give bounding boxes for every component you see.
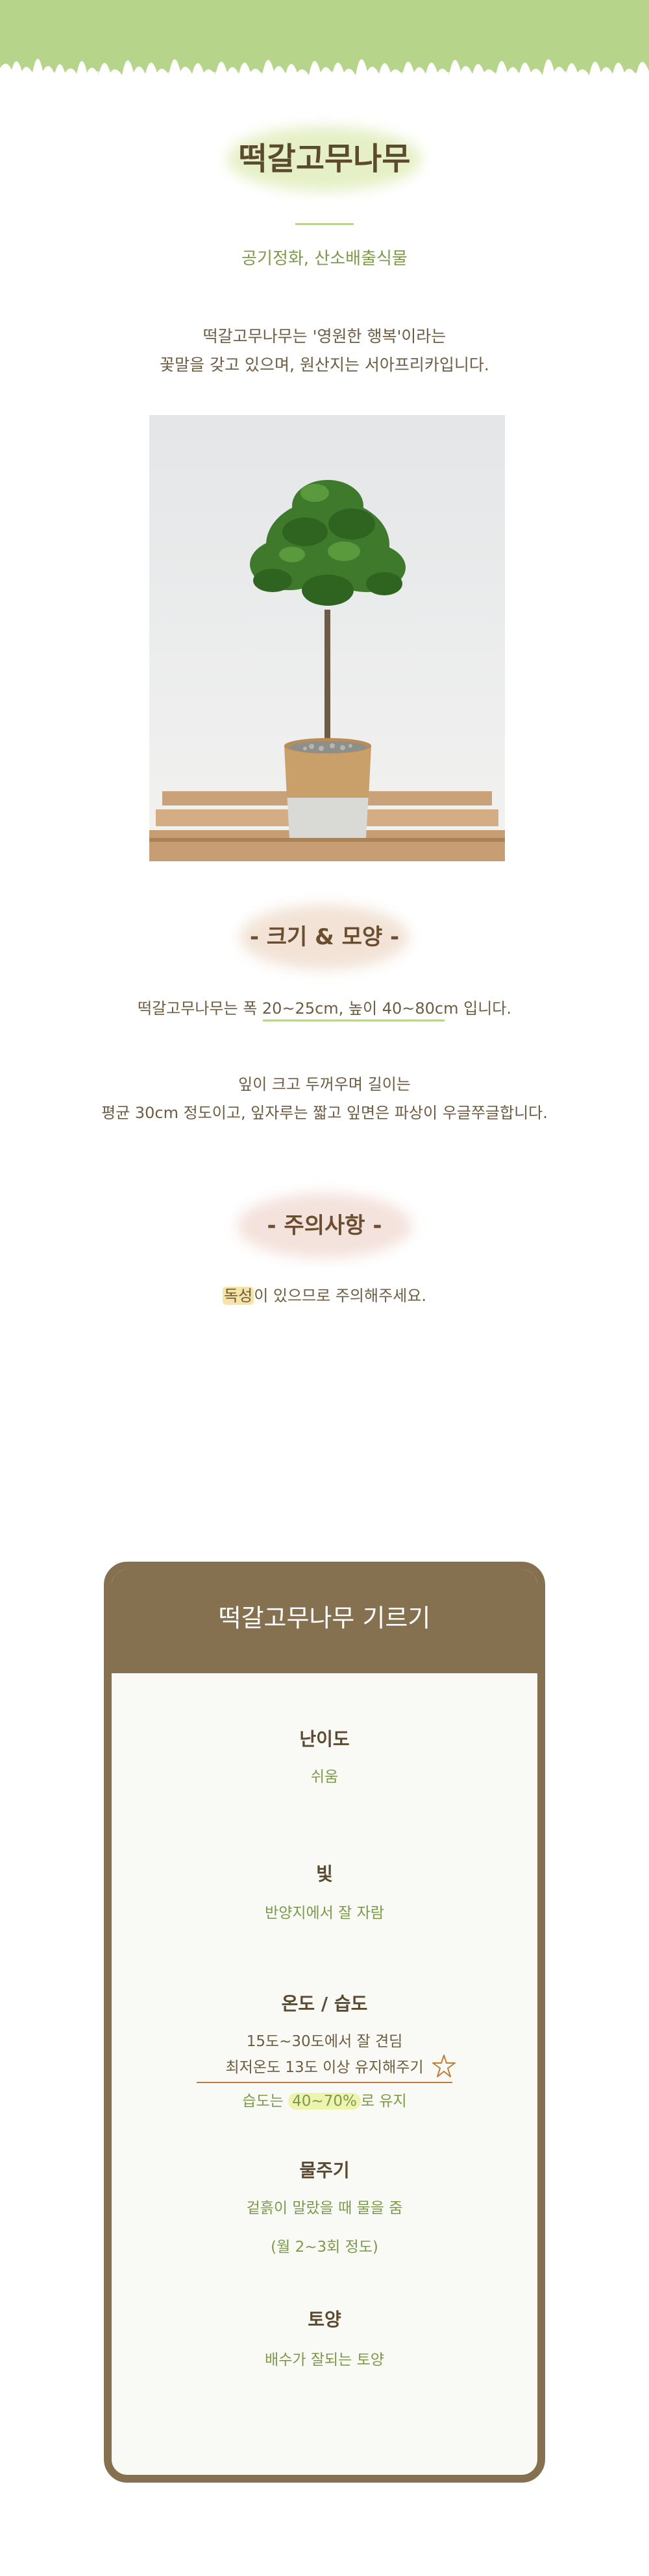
- intro-line-2: 꽃말을 갖고 있으며, 원산지는 서아프리카입니다.: [160, 355, 489, 374]
- light-value: 반양지에서 잘 자람: [265, 1905, 384, 1922]
- caution-text-rest: 이 있으므로 주의해주세요.: [254, 1287, 426, 1305]
- leaf-description: 잎이 크고 두꺼우며 길이는 평균 30cm 정도이고, 잎자루는 짧고 잎면은…: [0, 1070, 649, 1127]
- temperature-underline: [197, 2082, 452, 2083]
- caution-section-title-text: - 주의사항 -: [267, 1213, 382, 1239]
- size-section-title-text: - 크기 & 모양 -: [249, 924, 400, 950]
- soil-section: 토양 배수가 잘되는 토양: [112, 2306, 537, 2373]
- product-title: 떡갈고무나무: [227, 126, 422, 191]
- size-section-title: - 크기 & 모양 -: [240, 905, 409, 970]
- light-section: 빛 반양지에서 잘 자람: [112, 1860, 537, 1926]
- star-doodle-icon: [432, 2055, 456, 2077]
- header-grass-banner: [0, 0, 649, 84]
- difficulty-title: 난이도: [299, 1728, 350, 1750]
- leaf-line-2: 평균 30cm 정도이고, 잎자루는 짧고 잎면은 파상이 우글쭈글합니다.: [101, 1104, 548, 1122]
- product-title-text: 떡갈고무나무: [238, 141, 411, 177]
- temperature-line-1: 15도~30도에서 잘 견딤: [246, 2033, 403, 2050]
- size-underline: [263, 1020, 445, 1021]
- care-guide-header: 떡갈고무나무 기르기: [112, 1569, 537, 1673]
- temperature-title: 온도 / 습도: [281, 1993, 368, 2014]
- care-guide-card: 떡갈고무나무 기르기 난이도 쉬움 빛 반양지에서 잘 자람 온도 / 습도 1…: [104, 1562, 545, 2483]
- leaf-line-1: 잎이 크고 두꺼우며 길이는: [238, 1075, 411, 1093]
- grass-silhouette-icon: [0, 58, 649, 84]
- humidity-line: 습도는 40~70% 로 유지: [242, 2093, 407, 2110]
- watering-title: 물주기: [299, 2160, 350, 2181]
- product-intro: 떡갈고무나무는 '영원한 행복'이라는 꽃말을 갖고 있으며, 원산지는 서아프…: [0, 322, 649, 379]
- intro-line-1: 떡갈고무나무는 '영원한 행복'이라는: [202, 327, 447, 346]
- toxicity-highlight: 독성: [223, 1287, 254, 1305]
- watering-line-2: (월 2~3회 정도): [271, 2239, 378, 2256]
- watering-line-1: 겉흙이 말랐을 때 물을 줌: [246, 2200, 403, 2217]
- light-title: 빛: [316, 1863, 333, 1885]
- temperature-section: 온도 / 습도 15도~30도에서 잘 견딤 최저온도 13도 이상 유지해주기…: [112, 1990, 537, 2114]
- soil-value: 배수가 잘되는 토양: [265, 2352, 384, 2368]
- temperature-line-2: 최저온도 13도 이상 유지해주기: [197, 2055, 452, 2083]
- size-description: 떡갈고무나무는 폭 20~25cm, 높이 40~80cm 입니다.: [138, 999, 511, 1018]
- watering-section: 물주기 겉흙이 말랐을 때 물을 줌 (월 2~3회 정도): [112, 2156, 537, 2260]
- soil-title: 토양: [308, 2309, 341, 2330]
- caution-section-title: - 주의사항 -: [237, 1193, 412, 1258]
- caution-description: 독성이 있으므로 주의해주세요.: [0, 1283, 649, 1306]
- difficulty-section: 난이도 쉬움: [112, 1725, 537, 1790]
- plant-photo: [149, 415, 505, 861]
- title-divider: [295, 223, 354, 225]
- product-tagline: 공기정화, 산소배출식물: [241, 249, 408, 268]
- difficulty-value: 쉬움: [310, 1769, 339, 1785]
- humidity-highlight: 40~70%: [288, 2093, 361, 2110]
